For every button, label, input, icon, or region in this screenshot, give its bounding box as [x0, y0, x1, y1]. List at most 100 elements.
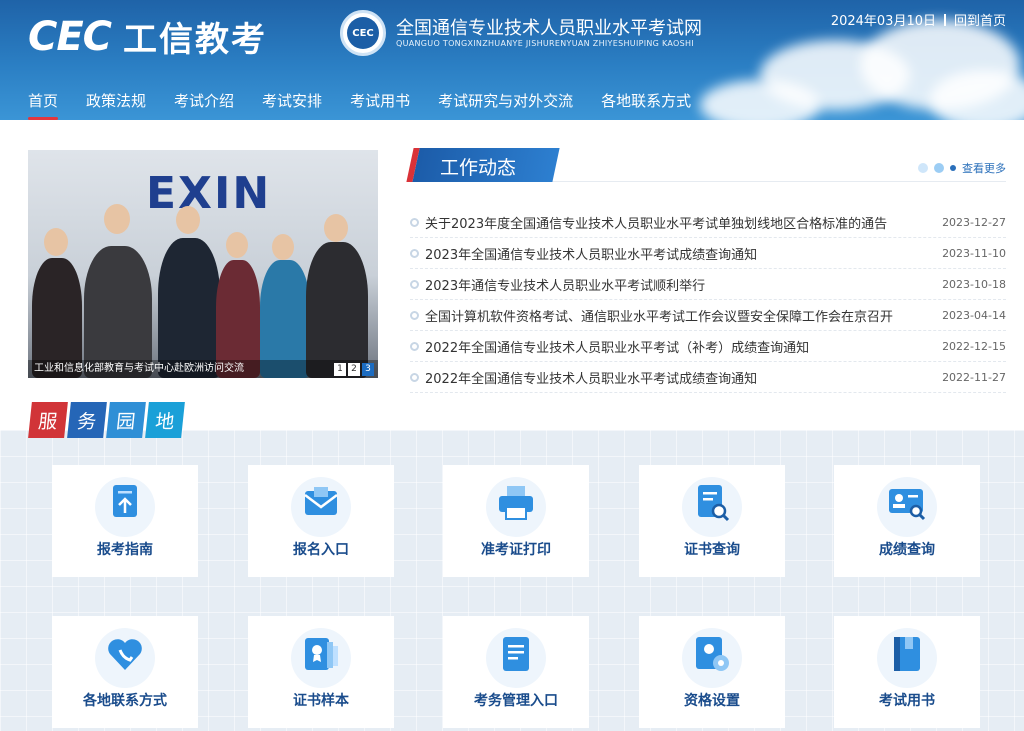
person-head — [44, 228, 68, 256]
news-item[interactable]: 2022年全国通信专业技术人员职业水平考试成绩查询通知 2022-11-27 — [410, 362, 1006, 393]
news-item[interactable]: 2022年全国通信专业技术人员职业水平考试（补考）成绩查询通知 2022-12-… — [410, 331, 1006, 362]
service-card-cert-sample[interactable]: 证书样本 — [248, 616, 394, 728]
id-card-search-icon — [877, 477, 937, 537]
service-title: 服 务 园 地 — [28, 402, 185, 438]
person-head — [226, 232, 248, 258]
logo-mark: CEC — [28, 13, 112, 60]
nav-policy[interactable]: 政策法规 — [86, 82, 146, 120]
person-head — [272, 234, 294, 260]
top-right-bar: 2024年03月10日 回到首页 — [831, 10, 1006, 29]
exin-logo: EXIN — [146, 168, 271, 219]
service-title-char: 地 — [145, 402, 185, 438]
main-nav: 首页 政策法规 考试介绍 考试安排 考试用书 考试研究与对外交流 各地联系方式 — [0, 82, 691, 120]
news-item-date: 2023-04-14 — [942, 308, 1006, 322]
news-header: 工作动态 查看更多 — [406, 148, 1006, 182]
site-pinyin: QUANGUO TONGXINZHUANYE JISHURENYUAN ZHIY… — [396, 39, 694, 48]
dot-icon — [934, 163, 944, 173]
site-name: 全国通信专业技术人员职业水平考试网 — [396, 18, 702, 39]
news-item-title: 全国计算机软件资格考试、通信职业水平考试工作会议暨安全保障工作会在京召开 — [425, 309, 894, 325]
news-item-title: 2023年全国通信专业技术人员职业水平考试成绩查询通知 — [425, 247, 758, 263]
carousel-caption: 工业和信息化部教育与考试中心赴欧洲访问交流 — [28, 360, 378, 378]
clipboard-icon — [486, 628, 546, 688]
bullet-icon — [410, 248, 419, 258]
service-card-admission-print[interactable]: 准考证打印 — [443, 465, 589, 577]
nav-contacts[interactable]: 各地联系方式 — [601, 82, 691, 120]
bullet-icon — [410, 341, 419, 351]
news-title: 工作动态 — [440, 157, 517, 179]
certificate-icon — [291, 628, 351, 688]
carousel-page-1[interactable]: 1 — [334, 363, 346, 376]
news-item-date: 2022-12-15 — [942, 339, 1006, 353]
news-item[interactable]: 2023年通信专业技术人员职业水平考试顺利举行 2023-10-18 — [410, 269, 1006, 300]
divider — [943, 13, 946, 26]
nav-research[interactable]: 考试研究与对外交流 — [438, 82, 573, 120]
news-item-date: 2023-10-18 — [942, 277, 1006, 291]
home-link[interactable]: 回到首页 — [954, 10, 1006, 29]
news-item-date: 2023-12-27 — [942, 215, 1006, 229]
news-item-title: 2022年全国通信专业技术人员职业水平考试（补考）成绩查询通知 — [425, 340, 810, 356]
envelope-icon — [291, 477, 351, 537]
service-card-register[interactable]: 报名入口 — [248, 465, 394, 577]
service-card-contacts[interactable]: 各地联系方式 — [52, 616, 198, 728]
service-card-label: 考试用书 — [879, 693, 935, 709]
more-link[interactable]: 查看更多 — [918, 160, 1006, 176]
news-list: 关于2023年度全国通信专业技术人员职业水平考试单独划线地区合格标准的通告 20… — [410, 207, 1006, 393]
service-card-label: 报名入口 — [293, 542, 349, 558]
service-card-label: 成绩查询 — [879, 542, 935, 558]
settings-doc-icon — [682, 628, 742, 688]
emblem-icon: CEC — [340, 10, 386, 56]
service-title-char: 服 — [28, 402, 68, 438]
service-card-label: 报考指南 — [97, 542, 153, 558]
service-card-label: 准考证打印 — [481, 542, 551, 558]
news-item[interactable]: 2023年全国通信专业技术人员职业水平考试成绩查询通知 2023-11-10 — [410, 238, 1006, 269]
service-title-char: 园 — [106, 402, 146, 438]
doc-search-icon — [682, 477, 742, 537]
logo-text: 工信教考 — [123, 20, 268, 60]
dot-icon — [918, 163, 928, 173]
person-head — [176, 206, 200, 234]
carousel-page-2[interactable]: 2 — [348, 363, 360, 376]
dot-icon — [950, 165, 956, 171]
service-card-label: 考务管理入口 — [474, 693, 558, 709]
current-date: 2024年03月10日 — [830, 14, 936, 29]
news-item-title: 2022年全国通信专业技术人员职业水平考试成绩查询通知 — [425, 371, 758, 387]
carousel-page-3[interactable]: 3 — [362, 363, 374, 376]
service-card-label: 证书查询 — [684, 542, 740, 558]
service-card-books[interactable]: 考试用书 — [834, 616, 980, 728]
bullet-icon — [410, 372, 419, 382]
news-item-date: 2022-11-27 — [942, 370, 1006, 384]
exin-text: EXIN — [146, 168, 272, 219]
service-card-label: 证书样本 — [293, 693, 349, 709]
nav-exam-schedule[interactable]: 考试安排 — [262, 82, 322, 120]
photo-carousel[interactable]: EXIN 工业和信息化部教育与考试中心赴欧洲访问交流 1 2 3 — [28, 150, 378, 378]
upload-doc-icon — [95, 477, 155, 537]
nav-exam-books[interactable]: 考试用书 — [350, 82, 410, 120]
bullet-icon — [410, 310, 419, 320]
service-card-score-query[interactable]: 成绩查询 — [834, 465, 980, 577]
bullet-icon — [410, 217, 419, 227]
news-item[interactable]: 关于2023年度全国通信专业技术人员职业水平考试单独划线地区合格标准的通告 20… — [410, 207, 1006, 238]
news-item-title: 关于2023年度全国通信专业技术人员职业水平考试单独划线地区合格标准的通告 — [425, 216, 888, 232]
heart-phone-icon — [95, 628, 155, 688]
service-card-qualification[interactable]: 资格设置 — [639, 616, 785, 728]
person-figure — [306, 242, 368, 378]
service-card-exam-admin[interactable]: 考务管理入口 — [443, 616, 589, 728]
service-card-cert-query[interactable]: 证书查询 — [639, 465, 785, 577]
service-card-label: 各地联系方式 — [83, 693, 167, 709]
more-label: 查看更多 — [962, 162, 1006, 175]
person-head — [324, 214, 348, 242]
service-card-guide[interactable]: 报考指南 — [52, 465, 198, 577]
person-figure — [84, 246, 152, 378]
service-card-label: 资格设置 — [684, 693, 740, 709]
book-icon — [877, 628, 937, 688]
nav-home[interactable]: 首页 — [28, 82, 59, 120]
printer-icon — [486, 477, 546, 537]
bullet-icon — [410, 279, 419, 289]
nav-exam-intro[interactable]: 考试介绍 — [174, 82, 234, 120]
person-figure — [158, 238, 220, 378]
news-item[interactable]: 全国计算机软件资格考试、通信职业水平考试工作会议暨安全保障工作会在京召开 202… — [410, 300, 1006, 331]
cec-logo[interactable]: CEC 工信教考 — [28, 12, 267, 61]
news-item-date: 2023-11-10 — [942, 246, 1006, 260]
emblem-text: CEC — [347, 17, 379, 49]
site-header: CEC 工信教考 CEC 全国通信专业技术人员职业水平考试网 QUANGUO T… — [0, 0, 1024, 120]
